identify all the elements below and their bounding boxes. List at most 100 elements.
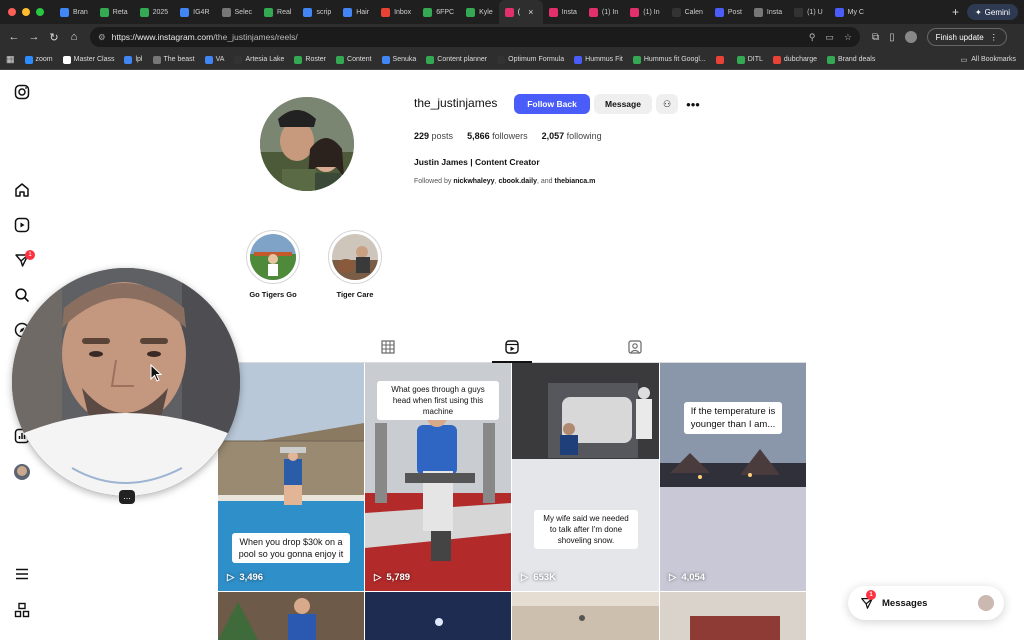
- browser-tab[interactable]: (1) In: [624, 0, 665, 24]
- bubble-options-button[interactable]: ...: [119, 490, 135, 504]
- browser-tab[interactable]: My C: [829, 0, 870, 24]
- reel-tile[interactable]: [660, 592, 806, 640]
- browser-tab[interactable]: 6FPC: [417, 0, 460, 24]
- new-tab-button[interactable]: +: [944, 5, 967, 19]
- back-arrow-icon[interactable]: ←: [4, 31, 24, 43]
- also-from-meta-icon[interactable]: [14, 602, 30, 618]
- forward-arrow-icon[interactable]: →: [24, 31, 44, 43]
- browser-tab[interactable]: Selec: [216, 0, 259, 24]
- zoom-window-button[interactable]: [36, 8, 44, 16]
- instagram-logo-icon[interactable]: [14, 84, 30, 100]
- browser-tab[interactable]: Calen: [666, 0, 709, 24]
- bookmark-item[interactable]: Senuka: [381, 55, 416, 64]
- close-window-button[interactable]: [8, 8, 16, 16]
- tab-label: IG4R: [193, 8, 210, 16]
- browser-tab[interactable]: Reta: [94, 0, 134, 24]
- bookmark-label: dubcharge: [783, 56, 817, 63]
- browser-tab[interactable]: (1) In: [583, 0, 624, 24]
- webcam-bubble[interactable]: [12, 268, 240, 496]
- reel-tile[interactable]: What goes through a guys head when first…: [365, 363, 511, 591]
- minimize-window-button[interactable]: [22, 8, 30, 16]
- bookmark-item[interactable]: Optimum Formula: [497, 55, 564, 64]
- site-settings-icon[interactable]: ⚙: [98, 32, 106, 43]
- browser-tab[interactable]: Real: [258, 0, 297, 24]
- tagged-tab-icon[interactable]: [628, 340, 642, 354]
- bookmark-item[interactable]: Roster: [294, 55, 326, 64]
- sidepanel-icon[interactable]: ▯: [889, 32, 895, 43]
- address-bar[interactable]: ⚙ https://www.instagram.com/the_justinja…: [90, 27, 860, 47]
- bookmark-item[interactable]: zoom: [24, 55, 53, 64]
- browser-tab[interactable]: Hair: [337, 0, 375, 24]
- webcam-video-image: [12, 268, 240, 496]
- browser-tab[interactable]: Inbox: [375, 0, 417, 24]
- bookmark-item[interactable]: lpl: [124, 55, 143, 64]
- browser-tab[interactable]: Insta: [748, 0, 788, 24]
- reel-tile[interactable]: My wife said we needed to talk after I'm…: [512, 363, 659, 591]
- bookmark-item[interactable]: VA: [204, 55, 224, 64]
- followers-stat[interactable]: 5,866 followers: [467, 131, 528, 141]
- gemini-button[interactable]: ✦ Gemini: [966, 4, 1018, 20]
- following-stat[interactable]: 2,057 following: [542, 131, 602, 141]
- zoom-lens-icon[interactable]: ⚲: [809, 32, 816, 43]
- suggested-users-button[interactable]: ⚇: [656, 94, 678, 114]
- browser-tab[interactable]: Insta: [543, 0, 583, 24]
- bookmark-item[interactable]: The beast: [152, 55, 195, 64]
- browser-tab[interactable]: Kyle: [460, 0, 499, 24]
- browser-tab[interactable]: (1) U: [788, 0, 829, 24]
- close-tab-icon[interactable]: ×: [524, 7, 537, 17]
- browser-tab[interactable]: Bran: [54, 0, 94, 24]
- message-button[interactable]: Message: [594, 94, 652, 114]
- reel-views: ▷ 5,789: [374, 572, 410, 583]
- hamburger-menu-icon[interactable]: [14, 566, 30, 582]
- profile-avatar[interactable]: [14, 464, 30, 480]
- profile-avatar-icon[interactable]: [904, 31, 917, 43]
- bookmark-star-icon[interactable]: ☆: [844, 32, 852, 43]
- reel-tile[interactable]: When you drop $30k on a pool so you gonn…: [218, 363, 364, 591]
- reel-tile[interactable]: [512, 592, 659, 640]
- browser-tab[interactable]: IG4R: [174, 0, 215, 24]
- tab-favicon-icon: [466, 7, 476, 17]
- extensions-icon[interactable]: ⧉: [872, 32, 879, 43]
- bookmark-item[interactable]: Hummus fit Googl...: [632, 55, 706, 64]
- bookmark-item[interactable]: dubcharge: [772, 55, 817, 64]
- bookmark-item[interactable]: Artesia Lake: [234, 55, 284, 64]
- finish-update-button[interactable]: Finish update ⋮: [926, 28, 1007, 46]
- bookmark-item[interactable]: Content: [336, 55, 372, 64]
- cast-icon[interactable]: ▭: [825, 32, 834, 43]
- browser-tab[interactable]: 2025: [134, 0, 175, 24]
- bookmark-item[interactable]: Hummus Fit: [574, 55, 623, 64]
- tab-label: (: [517, 8, 521, 16]
- bookmark-item[interactable]: [715, 55, 727, 64]
- tab-favicon-icon: [548, 7, 558, 17]
- messages-button[interactable]: 1 Messages: [848, 586, 1004, 620]
- tab-label: My C: [847, 8, 864, 16]
- reel-thumbnail-cold-night: [660, 363, 806, 591]
- reel-tile[interactable]: [365, 592, 511, 640]
- bookmark-item[interactable]: DITL: [736, 55, 763, 64]
- bookmark-item[interactable]: Brand deals: [827, 55, 875, 64]
- browser-tab[interactable]: Post: [709, 0, 748, 24]
- home-icon[interactable]: [14, 182, 30, 198]
- tab-label: Insta: [766, 8, 783, 16]
- reel-tile[interactable]: If the temperature is younger than I am.…: [660, 363, 806, 591]
- reels-tab-icon[interactable]: [505, 340, 519, 354]
- tab-label: (1) In: [643, 8, 660, 16]
- reload-icon[interactable]: ↻: [44, 31, 64, 44]
- apps-grid-icon[interactable]: ▦: [6, 54, 15, 65]
- highlight-tiger-care[interactable]: Tiger Care: [327, 230, 383, 299]
- bookmark-item[interactable]: Content planner: [426, 55, 487, 64]
- more-options-icon[interactable]: •••: [684, 94, 702, 114]
- reels-icon[interactable]: [14, 217, 30, 233]
- browser-tab[interactable]: scrip: [297, 0, 337, 24]
- all-bookmarks-button[interactable]: ▭ All Bookmarks: [961, 56, 1016, 64]
- follow-back-button[interactable]: Follow Back: [514, 94, 590, 114]
- profile-picture[interactable]: [260, 97, 354, 191]
- posts-grid-tab-icon[interactable]: [381, 340, 395, 354]
- home-icon[interactable]: ⌂: [64, 31, 84, 43]
- search-icon[interactable]: [14, 287, 30, 303]
- reel-tile[interactable]: [218, 592, 364, 640]
- bookmark-item[interactable]: Master Class: [62, 55, 114, 64]
- highlight-go-tigers-go[interactable]: Go Tigers Go: [245, 230, 301, 299]
- followed-by-text[interactable]: Followed by nickwhaleyy, cbook.daily, an…: [414, 178, 595, 185]
- browser-tab[interactable]: (×: [498, 0, 543, 24]
